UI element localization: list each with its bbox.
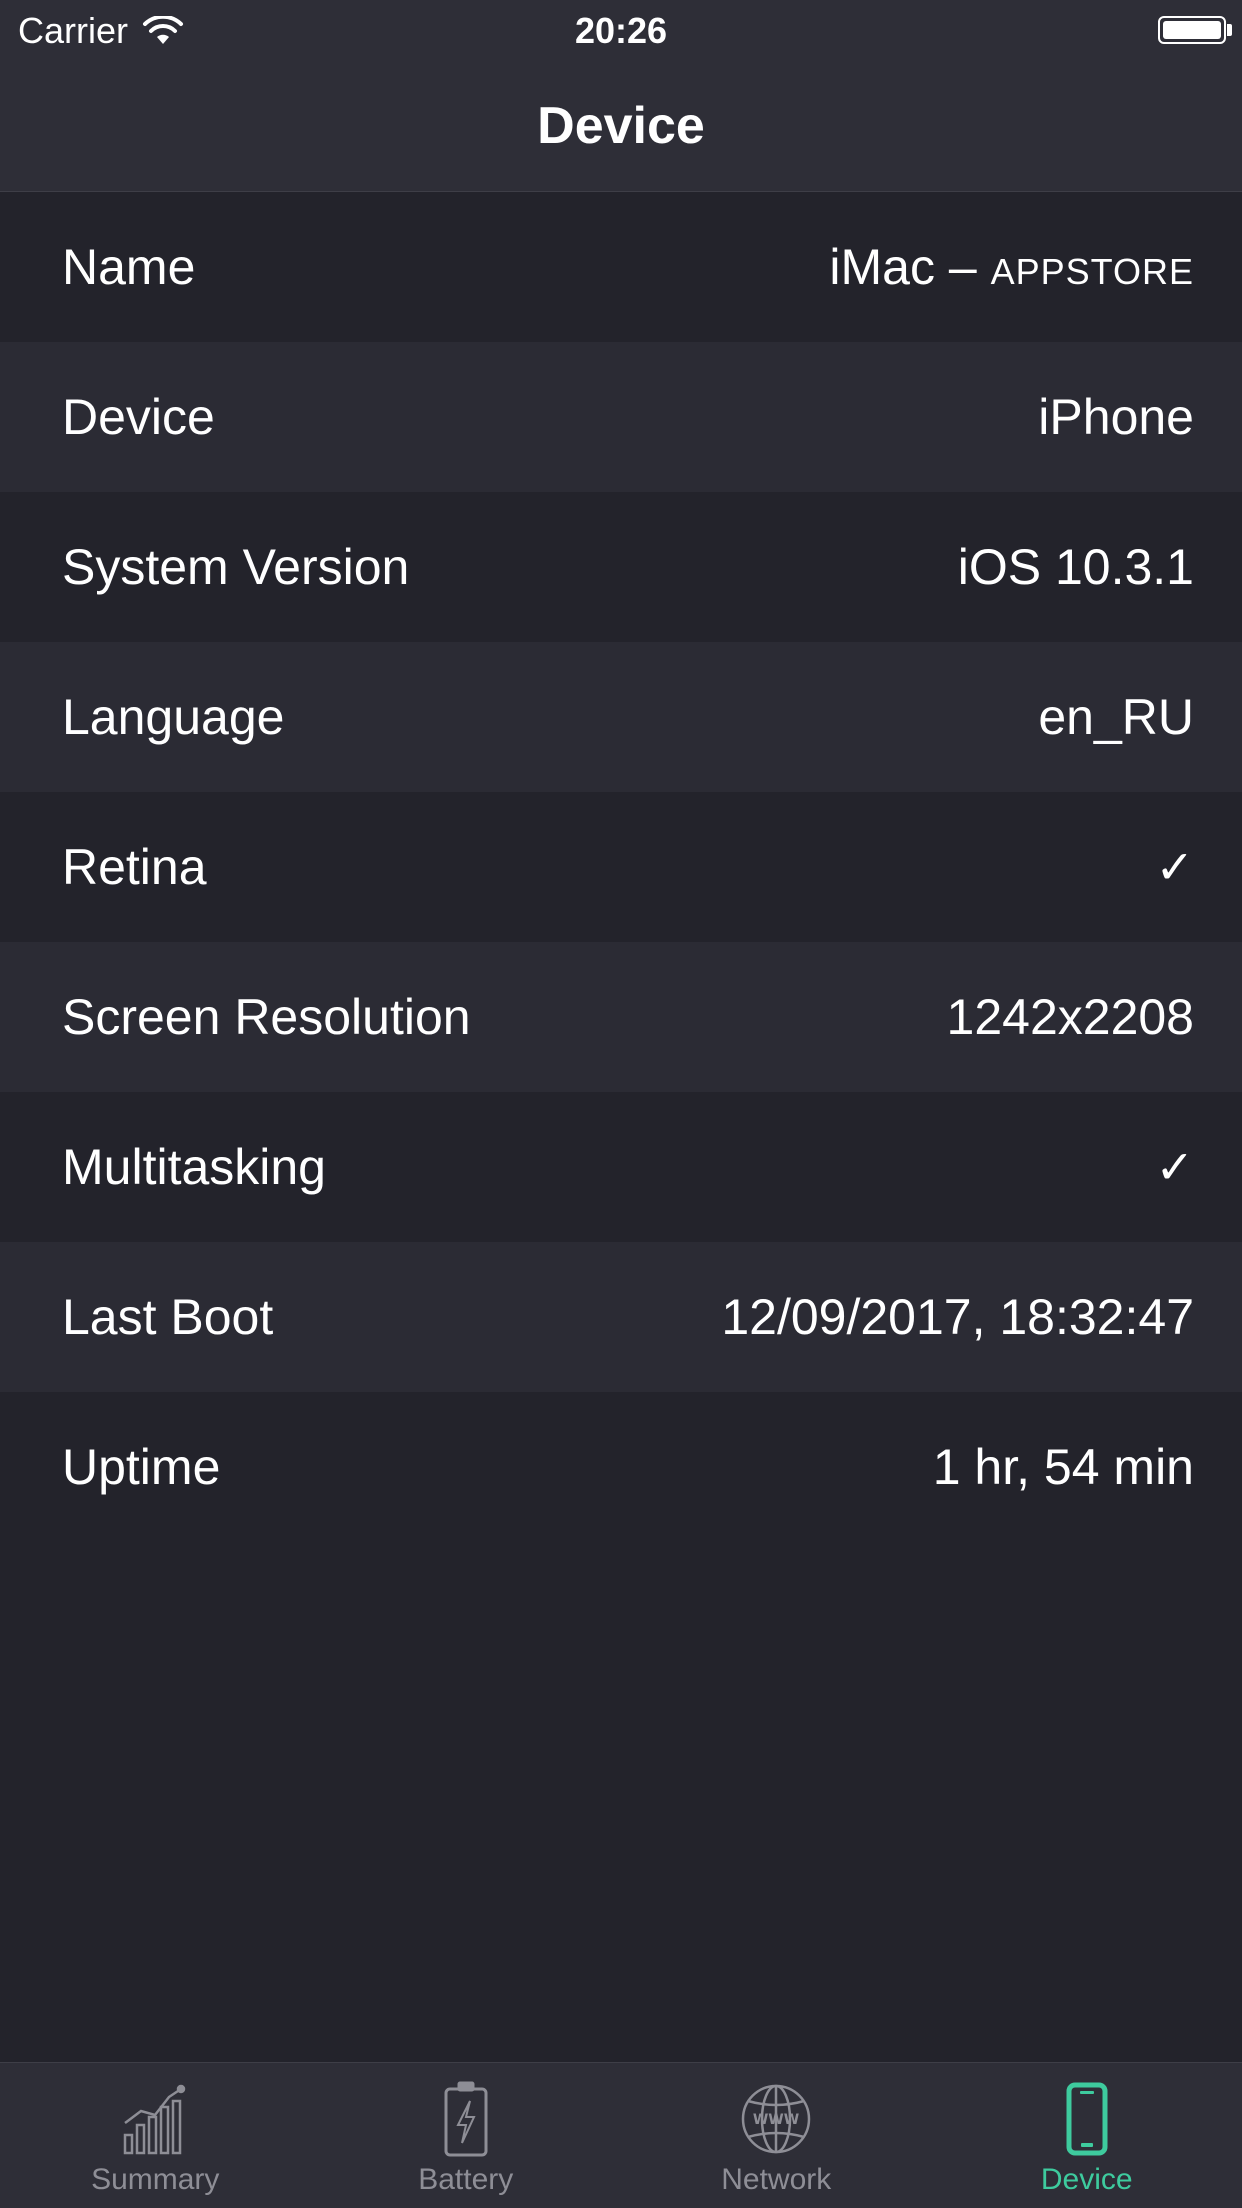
row-last-boot: Last Boot 12/09/2017, 18:32:47 xyxy=(0,1242,1242,1392)
row-label: Retina xyxy=(62,839,207,895)
row-uptime: Uptime 1 hr, 54 min xyxy=(0,1392,1242,1542)
globe-icon: WWW xyxy=(742,2084,811,2154)
status-bar: Carrier 20:26 xyxy=(0,0,1242,60)
row-value: iMac – APPSTORE xyxy=(829,238,1194,296)
row-retina: Retina ✓ xyxy=(0,792,1242,942)
row-label: Last Boot xyxy=(62,1289,274,1345)
row-multitasking: Multitasking ✓ xyxy=(0,1092,1242,1242)
row-language: Language en_RU xyxy=(0,642,1242,792)
tab-battery[interactable]: Battery xyxy=(311,2063,622,2208)
status-time: 20:26 xyxy=(574,10,668,51)
row-label: Uptime xyxy=(62,1439,221,1495)
row-value: en_RU xyxy=(1038,689,1194,745)
device-name-prefix: iMac – xyxy=(829,239,991,295)
row-value: 1242x2208 xyxy=(946,989,1194,1045)
battery-status-icon xyxy=(1158,16,1226,44)
row-device: Device iPhone xyxy=(0,342,1242,492)
checkmark-icon: ✓ xyxy=(1155,841,1194,893)
battery-icon xyxy=(444,2081,488,2157)
tab-bar: Summary Battery WWW Network Device xyxy=(0,2062,1242,2208)
row-name: Name iMac – APPSTORE xyxy=(0,192,1242,342)
row-label: Screen Resolution xyxy=(62,989,471,1045)
row-system-version: System Version iOS 10.3.1 xyxy=(0,492,1242,642)
navigation-bar: Device xyxy=(0,60,1242,192)
tab-label: Device xyxy=(1040,2163,1133,2196)
row-label: System Version xyxy=(62,539,410,595)
checkmark-icon: ✓ xyxy=(1155,1141,1194,1193)
device-name-suffix: APPSTORE xyxy=(990,251,1194,292)
screen: Carrier 20:26 Device Name iMac – APPSTOR… xyxy=(0,0,1242,2208)
row-label: Device xyxy=(62,389,215,445)
tab-summary[interactable]: Summary xyxy=(0,2063,311,2208)
tab-label: Summary xyxy=(91,2163,220,2196)
row-value: 12/09/2017, 18:32:47 xyxy=(721,1289,1194,1345)
row-label: Name xyxy=(62,239,196,295)
svg-text:WWW: WWW xyxy=(753,2112,799,2128)
tab-label: Battery xyxy=(418,2163,514,2196)
chart-icon xyxy=(124,2084,186,2155)
phone-icon xyxy=(1066,2082,1108,2156)
row-screen-resolution: Screen Resolution 1242x2208 xyxy=(0,942,1242,1092)
row-value: iPhone xyxy=(1038,389,1194,445)
row-label: Language xyxy=(62,689,285,745)
page-title: Device xyxy=(537,97,705,155)
tab-label: Network xyxy=(721,2163,832,2196)
row-value: 1 hr, 54 min xyxy=(932,1439,1194,1495)
row-label: Multitasking xyxy=(62,1139,326,1195)
battery-nub xyxy=(1227,24,1232,36)
device-info-list: Name iMac – APPSTORE Device iPhone Syste… xyxy=(0,192,1242,1542)
row-value: iOS 10.3.1 xyxy=(957,539,1194,595)
tab-device[interactable]: Device xyxy=(932,2063,1242,2208)
tab-network[interactable]: WWW Network xyxy=(621,2063,932,2208)
